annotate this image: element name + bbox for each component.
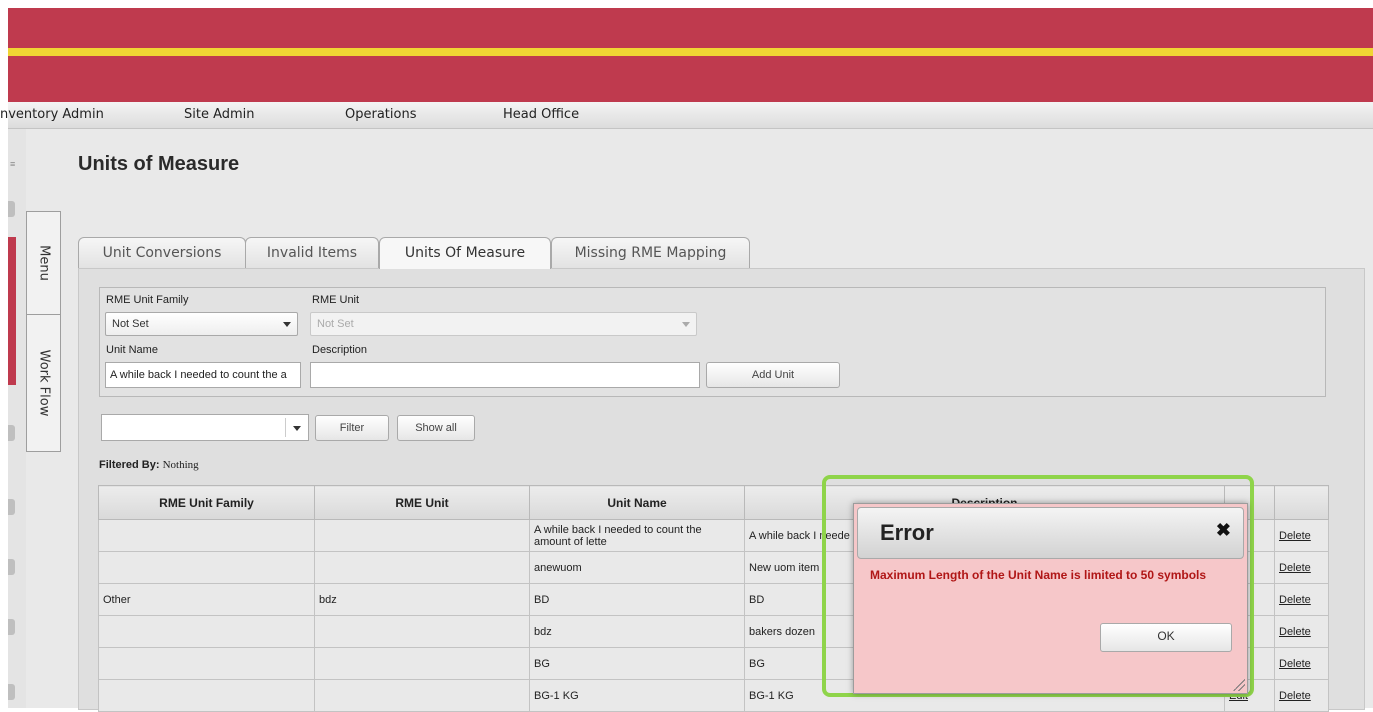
nav-operations[interactable]: Operations	[345, 107, 416, 122]
filter-button[interactable]: Filter	[315, 415, 389, 441]
tab-invalid-items[interactable]: Invalid Items	[245, 237, 379, 268]
select-divider	[285, 418, 286, 437]
cell-name: BG-1 KG	[529, 679, 745, 712]
delete-link[interactable]: Delete	[1279, 530, 1311, 542]
description-label: Description	[312, 344, 368, 356]
cell-delete: Delete	[1274, 583, 1329, 616]
delete-link[interactable]: Delete	[1279, 626, 1311, 638]
header-banner	[8, 8, 1373, 102]
strip-handle	[8, 499, 15, 515]
cell-name: BG	[529, 647, 745, 680]
col-rme-unit-family[interactable]: RME Unit Family	[98, 485, 315, 520]
col-delete	[1274, 485, 1329, 520]
tab-units-of-measure[interactable]: Units Of Measure	[379, 237, 551, 269]
dialog-titlebar[interactable]: Error ✖	[857, 507, 1244, 559]
filtered-by-label: Filtered By:	[99, 459, 160, 471]
left-strip: ≡	[8, 129, 26, 708]
page-title: Units of Measure	[78, 153, 240, 175]
cell-name: anewuom	[529, 551, 745, 584]
chevron-down-icon	[682, 322, 690, 327]
chevron-down-icon	[283, 322, 291, 327]
error-message: Maximum Length of the Unit Name is limit…	[870, 568, 1207, 582]
filtered-by-value: Nothing	[162, 459, 199, 471]
cell-unit	[314, 647, 530, 680]
strip-handle	[8, 425, 15, 441]
family-label: RME Unit Family	[106, 294, 189, 306]
nav-site-admin[interactable]: Site Admin	[184, 107, 255, 122]
delete-link[interactable]: Delete	[1279, 658, 1311, 670]
resize-handle-icon[interactable]	[1233, 679, 1245, 691]
strip-handle	[8, 684, 15, 700]
ok-button[interactable]: OK	[1100, 623, 1232, 652]
tab-unit-conversions[interactable]: Unit Conversions	[78, 237, 246, 268]
cell-family	[98, 615, 315, 648]
filter-select[interactable]	[101, 414, 309, 441]
cell-unit	[314, 519, 530, 552]
banner-stripe	[8, 48, 1373, 56]
cell-delete: Delete	[1274, 519, 1329, 552]
side-tab-workflow-label: Work Flow	[36, 349, 51, 417]
cell-unit	[314, 679, 530, 712]
unit-select: Not Set	[310, 312, 697, 336]
strip-handle	[8, 619, 15, 635]
unit-name-input[interactable]	[105, 362, 301, 388]
cell-name: A while back I needed to count the amoun…	[529, 519, 745, 552]
cell-delete: Delete	[1274, 551, 1329, 584]
cell-family	[98, 679, 315, 712]
dialog-title: Error	[880, 520, 934, 545]
cell-family: Other	[98, 583, 315, 616]
cell-unit	[314, 551, 530, 584]
tab-missing-rme-mapping[interactable]: Missing RME Mapping	[551, 237, 750, 268]
side-tab-menu-label: Menu	[36, 245, 51, 281]
error-dialog: Error ✖ Maximum Length of the Unit Name …	[853, 503, 1248, 694]
unit-select-value: Not Set	[317, 318, 354, 330]
unit-label: RME Unit	[312, 294, 360, 306]
unit-name-label: Unit Name	[106, 344, 158, 356]
delete-link[interactable]: Delete	[1279, 690, 1311, 702]
family-select-value: Not Set	[112, 318, 149, 330]
cell-unit: bdz	[314, 583, 530, 616]
cell-delete: Delete	[1274, 647, 1329, 680]
nav-head-office[interactable]: Head Office	[503, 107, 579, 122]
cell-family	[98, 551, 315, 584]
chevron-down-icon	[293, 426, 301, 431]
cell-unit	[314, 615, 530, 648]
nav-inventory-admin[interactable]: nventory Admin	[0, 107, 104, 122]
cell-delete: Delete	[1274, 615, 1329, 648]
cell-delete: Delete	[1274, 679, 1329, 712]
family-select[interactable]: Not Set	[105, 312, 298, 336]
side-tab-workflow[interactable]: Work Flow	[26, 314, 61, 452]
show-all-button[interactable]: Show all	[397, 415, 475, 441]
left-accent	[8, 237, 16, 385]
side-tab-menu[interactable]: Menu	[26, 211, 61, 315]
close-icon[interactable]: ✖	[1216, 520, 1231, 541]
add-unit-button[interactable]: Add Unit	[706, 362, 840, 388]
col-unit-name[interactable]: Unit Name	[529, 485, 745, 520]
cell-family	[98, 647, 315, 680]
collapse-icon[interactable]: ≡	[10, 159, 15, 169]
cell-name: BD	[529, 583, 745, 616]
add-unit-form: RME Unit Family Not Set RME Unit Not Set…	[99, 287, 1326, 397]
cell-family	[98, 519, 315, 552]
col-rme-unit[interactable]: RME Unit	[314, 485, 530, 520]
delete-link[interactable]: Delete	[1279, 562, 1311, 574]
strip-handle	[8, 559, 15, 575]
delete-link[interactable]: Delete	[1279, 594, 1311, 606]
description-input[interactable]	[310, 362, 700, 388]
strip-handle	[8, 201, 15, 217]
main-nav: nventory Admin Site Admin Operations Hea…	[0, 102, 1373, 129]
cell-name: bdz	[529, 615, 745, 648]
filtered-by: Filtered By: Nothing	[99, 459, 199, 471]
